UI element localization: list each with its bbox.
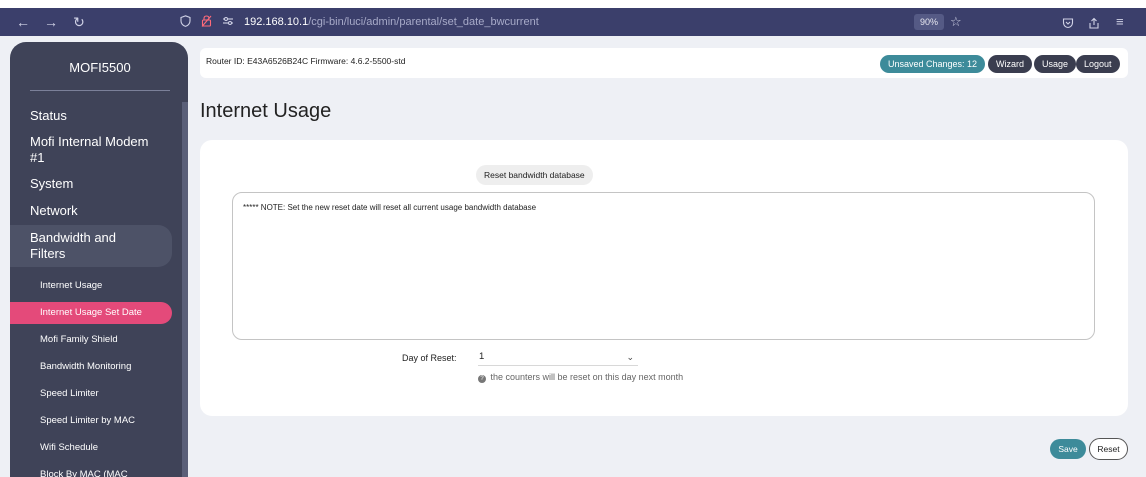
sidebar: MOFI5500 Status Mofi Internal Modem #1 S… <box>10 42 188 477</box>
brand-logo: MOFI5500 <box>69 60 131 75</box>
router-info-bar: Router ID: E43A6526B24C Firmware: 4.6.2-… <box>200 48 1128 78</box>
reset-button[interactable]: Reset <box>1089 438 1128 460</box>
day-of-reset-select[interactable]: 1 ⌄ <box>478 348 638 366</box>
sidebar-subitem-speed-limiter-by-mac[interactable]: Speed Limiter by MAC <box>10 410 182 432</box>
sidebar-subitem-internet-usage-set-date[interactable]: Internet Usage Set Date <box>10 302 172 324</box>
permissions-icon[interactable] <box>222 15 234 29</box>
hamburger-icon[interactable]: ≡ <box>1116 8 1124 36</box>
browser-toolbar: ← → ↻ 192.168.10.1/cgi-bin/luci/admin/pa… <box>0 8 1146 36</box>
zoom-level[interactable]: 90% <box>914 14 945 30</box>
unsaved-changes-button[interactable]: Unsaved Changes: 12 <box>880 55 986 73</box>
router-info: Router ID: E43A6526B24C Firmware: 4.6.2-… <box>206 56 406 66</box>
sidebar-menu: Status Mofi Internal Modem #1 System Net… <box>10 108 182 477</box>
firmware-version: 4.6.2-5500-std <box>350 56 406 66</box>
forward-icon[interactable]: → <box>40 14 62 30</box>
url-host[interactable]: 192.168.10.1 <box>244 16 308 28</box>
router-id: E43A6526B24C <box>247 56 309 66</box>
shield-icon[interactable] <box>180 14 191 30</box>
back-icon[interactable]: ← <box>12 14 34 30</box>
note-text: ***** NOTE: Set the new reset date will … <box>243 203 537 212</box>
pocket-icon[interactable] <box>1062 8 1074 36</box>
sidebar-item-mofi-internal-modem[interactable]: Mofi Internal Modem #1 <box>10 134 182 166</box>
wizard-button[interactable]: Wizard <box>988 55 1033 73</box>
sidebar-subitem-wifi-schedule[interactable]: Wifi Schedule <box>10 437 182 459</box>
sidebar-item-bandwidth-and-filters[interactable]: Bandwidth and Filters <box>10 225 172 267</box>
reset-bandwidth-database-button[interactable]: Reset bandwidth database <box>476 165 593 185</box>
share-icon[interactable] <box>1088 8 1100 36</box>
question-icon: ? <box>478 375 486 383</box>
sidebar-item-status[interactable]: Status <box>10 108 182 124</box>
page-title: Internet Usage <box>200 100 332 122</box>
star-icon[interactable]: ☆ <box>950 8 962 36</box>
save-button[interactable]: Save <box>1050 439 1086 459</box>
day-of-reset-label: Day of Reset: <box>402 353 457 363</box>
settings-card: Reset bandwidth database ***** NOTE: Set… <box>200 140 1128 416</box>
usage-button[interactable]: Usage <box>1034 55 1077 73</box>
sidebar-subitem-block-by-mac[interactable]: Block By MAC (MAC Filtering) <box>10 464 182 477</box>
main-content: Router ID: E43A6526B24C Firmware: 4.6.2-… <box>200 36 1140 477</box>
sidebar-item-network[interactable]: Network <box>10 203 182 219</box>
sidebar-subitem-mofi-family-shield[interactable]: Mofi Family Shield <box>10 329 182 351</box>
note-textarea[interactable]: ***** NOTE: Set the new reset date will … <box>232 192 1095 340</box>
sidebar-item-system[interactable]: System <box>10 176 182 192</box>
sidebar-subitem-bandwidth-monitoring[interactable]: Bandwidth Monitoring <box>10 356 182 378</box>
url-path[interactable]: /cgi-bin/luci/admin/parental/set_date_bw… <box>308 16 539 28</box>
lock-slash-icon[interactable] <box>201 14 212 30</box>
logout-button[interactable]: Logout <box>1076 55 1120 73</box>
divider <box>30 90 170 91</box>
address-bar[interactable]: 192.168.10.1/cgi-bin/luci/admin/parental… <box>180 8 539 36</box>
page: MOFI5500 Status Mofi Internal Modem #1 S… <box>0 36 1146 477</box>
reload-icon[interactable]: ↻ <box>68 14 90 31</box>
help-text: ? the counters will be reset on this day… <box>478 372 683 383</box>
chevron-down-icon: ⌄ <box>626 352 634 362</box>
sidebar-subitem-internet-usage[interactable]: Internet Usage <box>10 275 182 297</box>
sidebar-scrollbar[interactable] <box>182 102 188 477</box>
sidebar-subitem-speed-limiter[interactable]: Speed Limiter <box>10 383 182 405</box>
day-of-reset-value: 1 <box>479 351 485 362</box>
